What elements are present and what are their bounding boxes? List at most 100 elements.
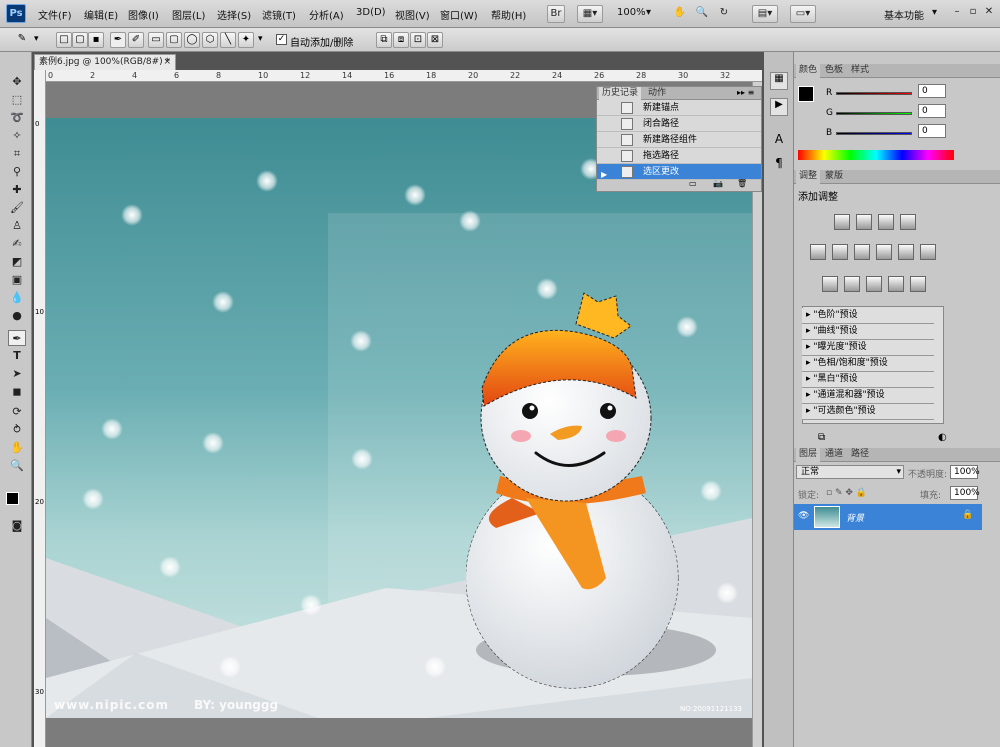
levels-icon[interactable]: [856, 214, 872, 230]
menu-3d[interactable]: 3D(D): [356, 7, 386, 18]
bridge-icon[interactable]: Br: [547, 5, 565, 23]
new-snapshot-icon[interactable]: 📷: [713, 179, 723, 188]
freeform-pen-icon[interactable]: ✐: [128, 32, 144, 48]
zoom-tool-icon[interactable]: 🔍: [693, 5, 711, 23]
blend-mode-select[interactable]: 正常 ▾: [796, 465, 904, 479]
hand-tool-icon[interactable]: ✋: [8, 440, 26, 456]
type-tool-icon[interactable]: T: [8, 348, 26, 364]
tab-swatches[interactable]: 色板: [822, 64, 846, 78]
tab-layers[interactable]: 图层: [796, 448, 821, 462]
red-value-input[interactable]: 0: [918, 84, 946, 98]
quick-mask-icon[interactable]: ◙: [8, 518, 26, 534]
rectangle-shape-icon[interactable]: ▭: [148, 32, 164, 48]
tab-paths[interactable]: 路径: [848, 448, 872, 462]
preset-item[interactable]: ▸ "色相/饱和度"预设: [802, 356, 934, 372]
path-select-icon[interactable]: ➤: [8, 366, 26, 382]
history-row[interactable]: 新建锚点: [597, 100, 761, 116]
blur-tool-icon[interactable]: 💧: [8, 290, 26, 306]
history-row[interactable]: 闭合路径: [597, 116, 761, 132]
lock-icons[interactable]: ▫ ✎ ✥ 🔒: [826, 488, 867, 498]
character-panel-icon[interactable]: A: [770, 132, 788, 150]
threshold-icon[interactable]: [866, 276, 882, 292]
auto-add-delete-checkbox[interactable]: ✓: [276, 34, 287, 45]
menu-analysis[interactable]: 分析(A): [309, 7, 344, 22]
layer-row-background[interactable]: 👁 背景 🔒: [794, 504, 982, 530]
line-icon[interactable]: ╲: [220, 32, 236, 48]
document-tab[interactable]: 素例6.jpg @ 100%(RGB/8#) * ×: [34, 54, 176, 70]
path-intersect-icon[interactable]: ⊡: [410, 32, 426, 48]
pen-mode-icon[interactable]: ✒: [110, 32, 126, 48]
opacity-input[interactable]: 100%: [950, 465, 980, 479]
dodge-tool-icon[interactable]: ●: [8, 308, 26, 324]
tab-color[interactable]: 颜色: [796, 64, 821, 78]
exposure-icon[interactable]: [900, 214, 916, 230]
menu-edit[interactable]: 编辑(E): [84, 7, 118, 22]
healing-brush-icon[interactable]: ✚: [8, 182, 26, 198]
menu-filter[interactable]: 滤镜(T): [262, 7, 296, 22]
zoom-dropdown-icon[interactable]: ▾: [646, 7, 651, 18]
menu-view[interactable]: 视图(V): [395, 7, 430, 22]
path-combine-icon[interactable]: ⧉: [376, 32, 392, 48]
curves-icon[interactable]: [878, 214, 894, 230]
ellipse-icon[interactable]: ◯: [184, 32, 200, 48]
document-image[interactable]: www.nipic.com BY: younggg NO:20091121133: [46, 118, 752, 718]
restore-icon[interactable]: ▫: [966, 5, 980, 19]
path-subtract-icon[interactable]: ⧈: [393, 32, 409, 48]
minimize-icon[interactable]: –: [950, 5, 964, 19]
gradient-map-icon[interactable]: [888, 276, 904, 292]
tab-adjustments[interactable]: 调整: [796, 170, 821, 184]
shape-layers-icon[interactable]: □: [56, 32, 72, 48]
masks-icon[interactable]: ◐: [938, 432, 947, 443]
eraser-icon[interactable]: ◩: [8, 254, 26, 270]
shape-tool-icon[interactable]: ◼: [8, 384, 26, 400]
path-exclude-icon[interactable]: ⊠: [427, 32, 443, 48]
arrange-documents-icon[interactable]: ▤▾: [752, 5, 778, 23]
brush-tool-icon[interactable]: 🖌: [8, 200, 26, 216]
menu-file[interactable]: 文件(F): [38, 7, 72, 22]
history-row[interactable]: 拖选路径: [597, 148, 761, 164]
preset-item[interactable]: ▸ "色阶"预设: [802, 308, 934, 324]
screen-mode-icon[interactable]: ▭▾: [790, 5, 816, 23]
channel-mixer-icon[interactable]: [920, 244, 936, 260]
tab-styles[interactable]: 样式: [848, 64, 872, 78]
tool-preset-dropdown-icon[interactable]: ▾: [34, 34, 39, 44]
hand-tool-icon[interactable]: ✋: [671, 5, 689, 23]
foreground-color-swatch[interactable]: [798, 86, 814, 102]
photo-filter-icon[interactable]: [898, 244, 914, 260]
3d-rotate-icon[interactable]: ⟳: [8, 404, 26, 420]
posterize-icon[interactable]: [844, 276, 860, 292]
green-slider[interactable]: [836, 112, 912, 115]
hue-saturation-icon[interactable]: [832, 244, 848, 260]
menu-window[interactable]: 窗口(W): [440, 7, 478, 22]
preset-item[interactable]: ▸ "通道混和器"预设: [802, 388, 934, 404]
zoom-tool-icon[interactable]: 🔍: [8, 458, 26, 474]
clip-to-layer-icon[interactable]: ⧉: [818, 432, 825, 443]
fill-input[interactable]: 100%: [950, 486, 980, 500]
menu-image[interactable]: 图像(I): [128, 7, 159, 22]
gradient-tool-icon[interactable]: ▣: [8, 272, 26, 288]
lasso-tool-icon[interactable]: ➰: [8, 110, 26, 126]
fill-pixels-icon[interactable]: ▪: [88, 32, 104, 48]
rounded-rect-icon[interactable]: ▢: [166, 32, 182, 48]
workspace-dropdown-icon[interactable]: ▾: [932, 7, 937, 18]
dock-icon[interactable]: ▶: [770, 98, 788, 116]
tab-channels[interactable]: 通道: [822, 448, 846, 462]
black-white-icon[interactable]: [876, 244, 892, 260]
preset-item[interactable]: ▸ "曝光度"预设: [802, 340, 934, 356]
rotate-view-icon[interactable]: ↻: [715, 5, 733, 23]
color-ramp[interactable]: [798, 150, 954, 160]
green-value-input[interactable]: 0: [918, 104, 946, 118]
menu-select[interactable]: 选择(S): [217, 7, 251, 22]
tab-masks[interactable]: 蒙版: [822, 170, 846, 184]
custom-shape-icon[interactable]: ✦: [238, 32, 254, 48]
red-slider[interactable]: [836, 92, 912, 95]
preset-item[interactable]: ▸ "曲线"预设: [802, 324, 934, 340]
close-document-icon[interactable]: ×: [163, 55, 171, 70]
preset-item[interactable]: ▸ "黑白"预设: [802, 372, 934, 388]
vibrance-icon[interactable]: [810, 244, 826, 260]
blue-slider[interactable]: [836, 132, 912, 135]
polygon-icon[interactable]: ⬡: [202, 32, 218, 48]
move-tool-icon[interactable]: ✥: [8, 74, 26, 90]
dock-icon[interactable]: ▦: [770, 72, 788, 90]
selective-color-icon[interactable]: [910, 276, 926, 292]
